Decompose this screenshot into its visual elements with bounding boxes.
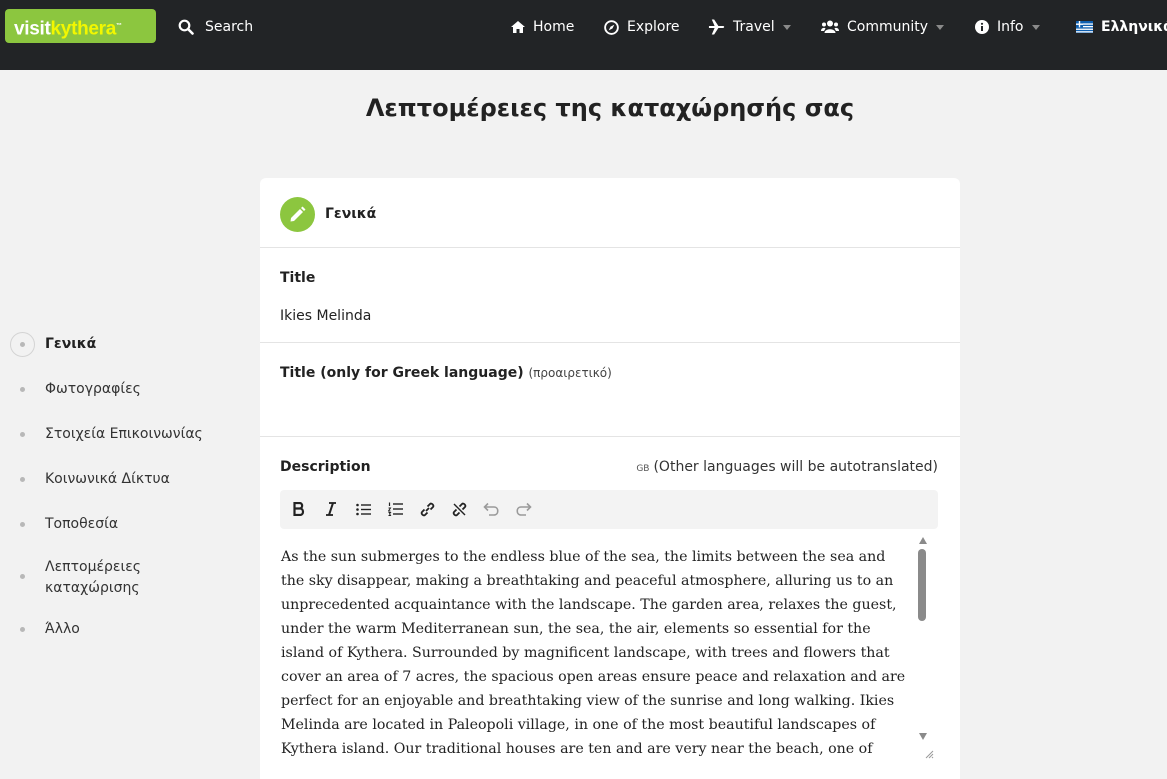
resize-handle-icon[interactable]: [924, 749, 934, 759]
compass-icon: [604, 19, 619, 35]
active-step-indicator: [10, 332, 35, 357]
language-selector[interactable]: Ελληνικά: [1076, 16, 1167, 38]
top-navbar: visitkythera™ Search Home Explore Travel…: [0, 0, 1167, 70]
chevron-down-icon: [1031, 24, 1040, 30]
step-dot: [20, 522, 25, 527]
undo-button[interactable]: [481, 499, 501, 519]
editor-toolbar: [280, 490, 938, 529]
autotranslate-hint: GB (Other languages will be autotranslate…: [636, 459, 938, 475]
sidebar-item-general[interactable]: Γενικά: [45, 334, 96, 355]
title-label: Title: [280, 270, 316, 286]
greek-flag-icon: [1076, 21, 1093, 33]
nav-info[interactable]: Info: [975, 16, 1040, 38]
redo-button[interactable]: [513, 499, 533, 519]
plane-icon: [708, 19, 725, 35]
chevron-down-icon: [936, 24, 945, 30]
section-title: Γενικά: [325, 206, 377, 222]
sidebar-item-photos[interactable]: Φωτογραφίες: [45, 379, 141, 400]
search-icon: [178, 19, 194, 35]
page-title: Λεπτομέρειες της καταχώρησής σας: [365, 94, 855, 122]
link-icon: [420, 502, 434, 516]
greek-title-label: Title (only for Greek language) (προαιρε…: [280, 365, 612, 381]
visitkythera-logo[interactable]: visitkythera™: [5, 9, 156, 43]
step-dot: [20, 574, 25, 579]
numbered-list-button[interactable]: [385, 499, 405, 519]
editor-scrollbar[interactable]: [916, 533, 930, 762]
bold-button[interactable]: [289, 499, 309, 519]
section-badge: [280, 197, 315, 232]
sidebar-item-location[interactable]: Τοποθεσία: [45, 514, 118, 535]
home-icon: [511, 21, 525, 33]
scroll-thumb[interactable]: [918, 549, 926, 621]
italic-icon: [326, 502, 336, 516]
optional-tag: (προαιρετικό): [528, 366, 612, 380]
sidebar-item-social[interactable]: Κοινωνικά Δίκτυα: [45, 469, 170, 490]
numbered-list-icon: [387, 502, 403, 516]
nav-explore[interactable]: Explore: [604, 16, 680, 38]
search-button[interactable]: Search: [178, 16, 253, 38]
nav-travel[interactable]: Travel: [708, 16, 791, 38]
card-header: Γενικά: [260, 178, 960, 248]
description-text[interactable]: As the sun submerges to the endless blue…: [281, 545, 906, 762]
redo-icon: [515, 502, 532, 516]
bullet-list-icon: [355, 503, 371, 515]
pencil-icon: [290, 206, 306, 222]
link-button[interactable]: [417, 499, 437, 519]
chevron-down-icon: [782, 24, 791, 30]
step-dot: [20, 387, 25, 392]
divider: [260, 436, 960, 437]
description-label: Description: [280, 459, 371, 475]
scroll-down-arrow-icon[interactable]: [919, 733, 927, 740]
italic-button[interactable]: [321, 499, 341, 519]
greek-title-input[interactable]: [280, 400, 940, 422]
bold-icon: [293, 502, 305, 516]
title-input[interactable]: Ikies Melinda: [280, 308, 371, 324]
bullet-list-button[interactable]: [353, 499, 373, 519]
sidebar-item-listing-details[interactable]: Λεπτομέρειες καταχώρισης: [45, 557, 165, 599]
description-editor[interactable]: As the sun submerges to the endless blue…: [280, 533, 938, 762]
sidebar-item-contact[interactable]: Στοιχεία Επικοινωνίας: [45, 424, 203, 445]
undo-icon: [482, 502, 499, 516]
nav-community[interactable]: Community: [821, 16, 945, 38]
language-code: GB: [636, 464, 650, 474]
nav-home[interactable]: Home: [511, 16, 574, 38]
scroll-up-arrow-icon[interactable]: [919, 537, 927, 544]
unlink-icon: [452, 502, 466, 516]
users-icon: [821, 20, 839, 33]
step-dot: [20, 627, 25, 632]
sidebar-item-other[interactable]: Άλλο: [45, 619, 80, 640]
step-dot: [20, 432, 25, 437]
step-dot: [20, 477, 25, 482]
divider: [260, 342, 960, 343]
general-card: Γενικά Title Ikies Melinda Title (only f…: [260, 178, 960, 779]
info-icon: [975, 20, 989, 34]
unlink-button[interactable]: [449, 499, 469, 519]
